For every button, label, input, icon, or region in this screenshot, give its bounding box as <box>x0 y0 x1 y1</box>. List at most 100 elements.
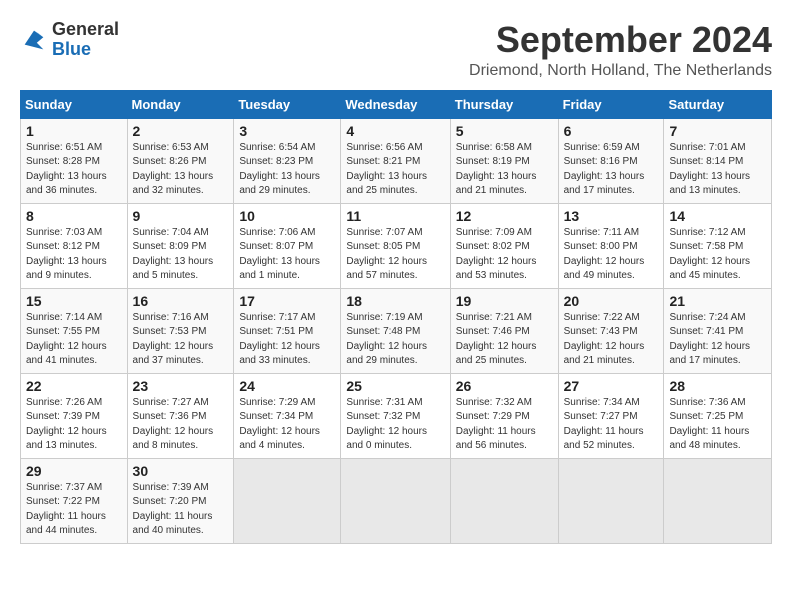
day-info: Sunrise: 6:56 AMSunset: 8:21 PMDaylight:… <box>346 141 444 199</box>
weekday-header-saturday: Saturday <box>664 90 772 118</box>
page-header: General Blue September 2024 Driemond, No… <box>20 20 772 80</box>
day-number: 7 <box>669 123 766 139</box>
weekday-header-wednesday: Wednesday <box>341 90 450 118</box>
calendar-cell: 14 Sunrise: 7:12 AMSunset: 7:58 PMDayligh… <box>664 203 772 288</box>
day-number: 18 <box>346 293 444 309</box>
day-info: Sunrise: 7:17 AMSunset: 7:51 PMDaylight:… <box>239 311 335 369</box>
calendar-cell: 22Sunrise: 7:26 AMSunset: 7:39 PMDayligh… <box>21 373 128 458</box>
calendar-cell: 21 Sunrise: 7:24 AMSunset: 7:41 PMDayligh… <box>664 288 772 373</box>
weekday-header-tuesday: Tuesday <box>234 90 341 118</box>
calendar-week-1: 1 Sunrise: 6:51 AMSunset: 8:28 PMDaylight… <box>21 118 772 203</box>
calendar-cell: 4 Sunrise: 6:56 AMSunset: 8:21 PMDaylight… <box>341 118 450 203</box>
day-number: 13 <box>564 208 659 224</box>
calendar-header: SundayMondayTuesdayWednesdayThursdayFrid… <box>21 90 772 118</box>
day-number: 15 <box>26 293 122 309</box>
day-number: 24 <box>239 378 335 394</box>
day-number: 4 <box>346 123 444 139</box>
weekday-header-monday: Monday <box>127 90 234 118</box>
calendar-week-2: 8Sunrise: 7:03 AMSunset: 8:12 PMDaylight… <box>21 203 772 288</box>
day-number: 30 <box>133 463 229 479</box>
day-info: Sunrise: 7:22 AMSunset: 7:43 PMDaylight:… <box>564 311 659 369</box>
day-info: Sunrise: 6:59 AMSunset: 8:16 PMDaylight:… <box>564 141 659 199</box>
calendar-cell: 15 Sunrise: 7:14 AMSunset: 7:55 PMDayligh… <box>21 288 128 373</box>
day-info: Sunrise: 6:51 AMSunset: 8:28 PMDaylight:… <box>26 141 122 199</box>
calendar-cell: 9 Sunrise: 7:04 AMSunset: 8:09 PMDaylight… <box>127 203 234 288</box>
calendar-cell: 19 Sunrise: 7:21 AMSunset: 7:46 PMDayligh… <box>450 288 558 373</box>
day-info: Sunrise: 7:31 AMSunset: 7:32 PMDaylight:… <box>346 396 444 454</box>
day-number: 27 <box>564 378 659 394</box>
day-info: Sunrise: 7:24 AMSunset: 7:41 PMDaylight:… <box>669 311 766 369</box>
weekday-header-friday: Friday <box>558 90 664 118</box>
day-info: Sunrise: 6:58 AMSunset: 8:19 PMDaylight:… <box>456 141 553 199</box>
month-title: September 2024 <box>469 20 772 60</box>
calendar-week-4: 22Sunrise: 7:26 AMSunset: 7:39 PMDayligh… <box>21 373 772 458</box>
calendar-cell: 18 Sunrise: 7:19 AMSunset: 7:48 PMDayligh… <box>341 288 450 373</box>
calendar-week-3: 15 Sunrise: 7:14 AMSunset: 7:55 PMDayligh… <box>21 288 772 373</box>
day-info: Sunrise: 7:07 AMSunset: 8:05 PMDaylight:… <box>346 226 444 284</box>
day-info: Sunrise: 6:53 AMSunset: 8:26 PMDaylight:… <box>133 141 229 199</box>
calendar-cell: 27 Sunrise: 7:34 AMSunset: 7:27 PMDayligh… <box>558 373 664 458</box>
day-number: 9 <box>133 208 229 224</box>
calendar-cell: 29Sunrise: 7:37 AMSunset: 7:22 PMDayligh… <box>21 458 128 543</box>
day-number: 3 <box>239 123 335 139</box>
weekday-header-row: SundayMondayTuesdayWednesdayThursdayFrid… <box>21 90 772 118</box>
calendar-cell <box>558 458 664 543</box>
day-number: 10 <box>239 208 335 224</box>
day-info: Sunrise: 7:04 AMSunset: 8:09 PMDaylight:… <box>133 226 229 284</box>
calendar-cell <box>341 458 450 543</box>
day-number: 1 <box>26 123 122 139</box>
day-number: 29 <box>26 463 122 479</box>
day-number: 23 <box>133 378 229 394</box>
day-number: 12 <box>456 208 553 224</box>
day-info: Sunrise: 7:14 AMSunset: 7:55 PMDaylight:… <box>26 311 122 369</box>
day-info: Sunrise: 7:11 AMSunset: 8:00 PMDaylight:… <box>564 226 659 284</box>
calendar-cell <box>234 458 341 543</box>
calendar-body: 1 Sunrise: 6:51 AMSunset: 8:28 PMDaylight… <box>21 118 772 543</box>
day-number: 2 <box>133 123 229 139</box>
day-number: 25 <box>346 378 444 394</box>
day-info: Sunrise: 6:54 AMSunset: 8:23 PMDaylight:… <box>239 141 335 199</box>
calendar-cell: 10Sunrise: 7:06 AMSunset: 8:07 PMDayligh… <box>234 203 341 288</box>
location-title: Driemond, North Holland, The Netherlands <box>469 62 772 80</box>
calendar-cell: 3 Sunrise: 6:54 AMSunset: 8:23 PMDaylight… <box>234 118 341 203</box>
day-number: 20 <box>564 293 659 309</box>
day-number: 16 <box>133 293 229 309</box>
calendar-cell: 6 Sunrise: 6:59 AMSunset: 8:16 PMDaylight… <box>558 118 664 203</box>
day-number: 17 <box>239 293 335 309</box>
day-number: 6 <box>564 123 659 139</box>
calendar-cell: 24 Sunrise: 7:29 AMSunset: 7:34 PMDayligh… <box>234 373 341 458</box>
calendar-cell: 16 Sunrise: 7:16 AMSunset: 7:53 PMDayligh… <box>127 288 234 373</box>
calendar-cell: 11Sunrise: 7:07 AMSunset: 8:05 PMDayligh… <box>341 203 450 288</box>
day-info: Sunrise: 7:34 AMSunset: 7:27 PMDaylight:… <box>564 396 659 454</box>
day-info: Sunrise: 7:19 AMSunset: 7:48 PMDaylight:… <box>346 311 444 369</box>
day-number: 21 <box>669 293 766 309</box>
title-section: September 2024 Driemond, North Holland, … <box>469 20 772 80</box>
day-info: Sunrise: 7:27 AMSunset: 7:36 PMDaylight:… <box>133 396 229 454</box>
logo-icon <box>20 26 48 54</box>
day-info: Sunrise: 7:16 AMSunset: 7:53 PMDaylight:… <box>133 311 229 369</box>
logo-text-general: General <box>52 20 119 40</box>
weekday-header-thursday: Thursday <box>450 90 558 118</box>
day-number: 19 <box>456 293 553 309</box>
calendar-cell: 7Sunrise: 7:01 AMSunset: 8:14 PMDaylight… <box>664 118 772 203</box>
day-info: Sunrise: 7:36 AMSunset: 7:25 PMDaylight:… <box>669 396 766 454</box>
day-info: Sunrise: 7:39 AMSunset: 7:20 PMDaylight:… <box>133 481 229 539</box>
day-info: Sunrise: 7:26 AMSunset: 7:39 PMDaylight:… <box>26 396 122 454</box>
day-number: 26 <box>456 378 553 394</box>
weekday-header-sunday: Sunday <box>21 90 128 118</box>
day-info: Sunrise: 7:21 AMSunset: 7:46 PMDaylight:… <box>456 311 553 369</box>
calendar-cell <box>664 458 772 543</box>
calendar-table: SundayMondayTuesdayWednesdayThursdayFrid… <box>20 90 772 544</box>
day-info: Sunrise: 7:03 AMSunset: 8:12 PMDaylight:… <box>26 226 122 284</box>
day-info: Sunrise: 7:29 AMSunset: 7:34 PMDaylight:… <box>239 396 335 454</box>
calendar-cell: 1 Sunrise: 6:51 AMSunset: 8:28 PMDaylight… <box>21 118 128 203</box>
calendar-cell: 13 Sunrise: 7:11 AMSunset: 8:00 PMDayligh… <box>558 203 664 288</box>
calendar-cell: 5 Sunrise: 6:58 AMSunset: 8:19 PMDaylight… <box>450 118 558 203</box>
day-number: 14 <box>669 208 766 224</box>
calendar-cell: 8Sunrise: 7:03 AMSunset: 8:12 PMDaylight… <box>21 203 128 288</box>
calendar-cell: 30 Sunrise: 7:39 AMSunset: 7:20 PMDayligh… <box>127 458 234 543</box>
calendar-cell: 23 Sunrise: 7:27 AMSunset: 7:36 PMDayligh… <box>127 373 234 458</box>
calendar-cell: 2 Sunrise: 6:53 AMSunset: 8:26 PMDaylight… <box>127 118 234 203</box>
day-info: Sunrise: 7:12 AMSunset: 7:58 PMDaylight:… <box>669 226 766 284</box>
day-number: 5 <box>456 123 553 139</box>
